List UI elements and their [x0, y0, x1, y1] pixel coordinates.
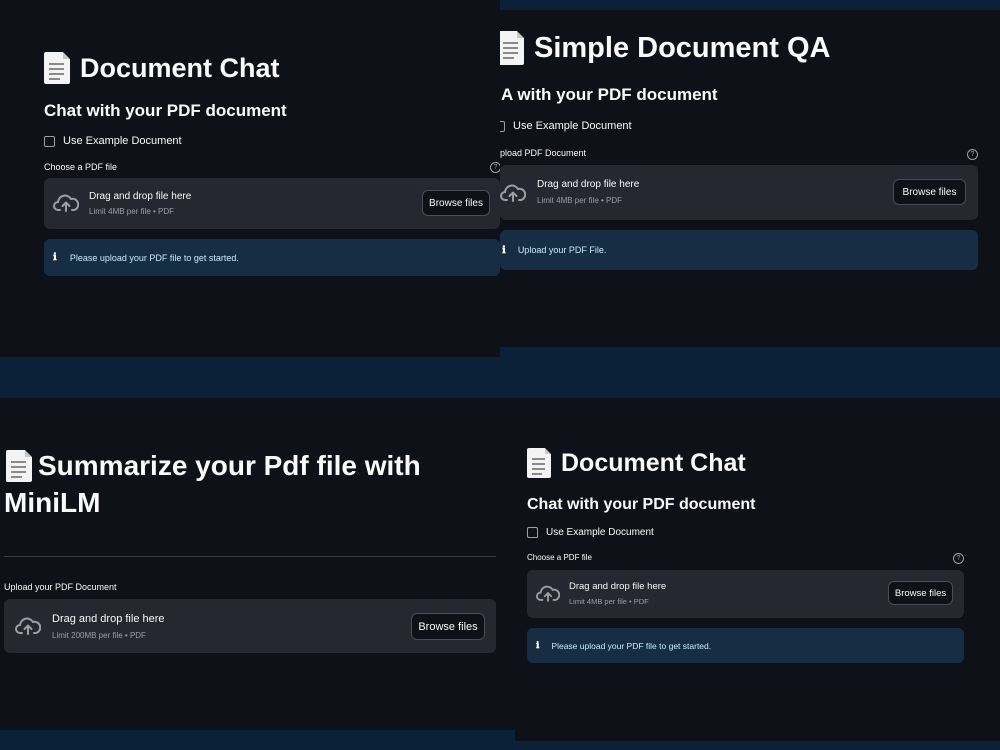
- question-circle-icon[interactable]: ?: [967, 149, 978, 160]
- uploader-label: Choose a PDF file: [44, 162, 118, 172]
- document-icon: [6, 450, 32, 482]
- panel-simple-document-qa: Simple Document QA A with your PDF docum…: [500, 10, 1000, 347]
- panel-document-chat-bottom: Document Chat Chat with your PDF documen…: [515, 398, 1000, 741]
- use-example-checkbox[interactable]: [500, 120, 505, 132]
- uploader-label: Choose a PDF file: [527, 553, 592, 562]
- page-title-text: Document Chat: [561, 448, 746, 477]
- info-icon: ℹ: [502, 244, 506, 256]
- uploader-label: Upload your PDF Document: [4, 582, 117, 592]
- page-subtitle: Chat with your PDF document: [527, 496, 756, 513]
- dropzone-limit: Limit 200MB per file • PDF: [52, 631, 146, 640]
- document-icon: [527, 448, 551, 478]
- document-icon: [44, 52, 70, 84]
- info-message: Please upload your PDF file to get start…: [69, 252, 239, 263]
- file-dropzone[interactable]: Drag and drop file here Limit 4MB per fi…: [527, 570, 964, 618]
- page-subtitle: Chat with your PDF document: [44, 101, 287, 120]
- page-title: Simple Document QA: [500, 31, 831, 65]
- browse-files-button[interactable]: Browse files: [411, 613, 485, 640]
- use-example-label: Use Example Document: [63, 135, 182, 147]
- cloud-upload-icon: [53, 194, 79, 212]
- use-example-checkbox-row[interactable]: Use Example Document: [500, 120, 632, 132]
- file-dropzone[interactable]: Drag and drop file here Limit 4MB per fi…: [500, 165, 978, 220]
- file-dropzone[interactable]: Drag and drop file here Limit 200MB per …: [4, 599, 496, 653]
- page-title-text: Simple Document QA: [534, 31, 831, 64]
- info-alert: ℹ Please upload your PDF file to get sta…: [527, 628, 964, 663]
- dropzone-limit: Limit 4MB per file • PDF: [537, 196, 623, 205]
- page-title-line1: Summarize your Pdf file with: [38, 450, 421, 481]
- browse-files-button[interactable]: Browse files: [888, 581, 953, 605]
- dropzone-title: Drag and drop file here: [89, 191, 192, 202]
- page-title-text: Document Chat: [80, 52, 280, 83]
- panel-summarize-minilm: Summarize your Pdf file with MiniLM Uplo…: [0, 398, 515, 730]
- info-alert: ℹ Please upload your PDF file to get sta…: [44, 239, 500, 276]
- dropzone-title: Drag and drop file here: [569, 581, 667, 592]
- use-example-label: Use Example Document: [546, 527, 654, 538]
- page-subtitle: A with your PDF document: [501, 85, 718, 104]
- use-example-checkbox[interactable]: [44, 135, 55, 147]
- browse-files-button[interactable]: Browse files: [422, 190, 490, 216]
- info-icon: ℹ: [536, 640, 540, 651]
- cloud-upload-icon: [15, 617, 41, 635]
- divider: [4, 556, 496, 557]
- page-title: Document Chat: [527, 448, 746, 478]
- question-circle-icon[interactable]: ?: [490, 162, 500, 173]
- page-title-line2: MiniLM: [4, 487, 101, 518]
- use-example-checkbox-row[interactable]: Use Example Document: [527, 527, 654, 538]
- info-message: Please upload your PDF file to get start…: [551, 640, 712, 651]
- file-dropzone[interactable]: Drag and drop file here Limit 4MB per fi…: [44, 178, 500, 229]
- document-icon: [500, 31, 524, 65]
- uploader-label: pload PDF Document: [500, 148, 587, 158]
- use-example-checkbox[interactable]: [527, 527, 538, 538]
- browse-files-button[interactable]: Browse files: [893, 179, 966, 205]
- info-alert: ℹ Upload your PDF File.: [500, 230, 978, 270]
- info-message: Upload your PDF File.: [517, 245, 607, 255]
- cloud-upload-icon: [536, 585, 560, 602]
- dropzone-title: Drag and drop file here: [52, 613, 165, 625]
- panel-document-chat-top: Document Chat Chat with your PDF documen…: [0, 0, 500, 357]
- use-example-label: Use Example Document: [513, 120, 632, 132]
- question-circle-icon[interactable]: ?: [953, 553, 964, 564]
- dropzone-limit: Limit 4MB per file • PDF: [89, 207, 175, 216]
- use-example-checkbox-row[interactable]: Use Example Document: [44, 135, 182, 147]
- page-title: Document Chat: [44, 52, 280, 84]
- page-title: Summarize your Pdf file with: [6, 450, 421, 482]
- dropzone-title: Drag and drop file here: [537, 179, 640, 190]
- cloud-upload-icon: [500, 184, 526, 202]
- info-icon: ℹ: [53, 252, 57, 263]
- dropzone-limit: Limit 4MB per file • PDF: [569, 597, 649, 606]
